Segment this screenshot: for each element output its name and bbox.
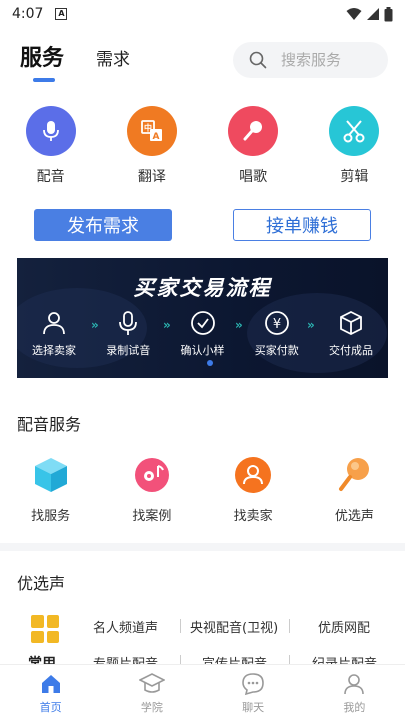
step-arrow-icon: » [91, 318, 99, 332]
cube-icon [34, 458, 67, 492]
featured-voice-item[interactable]: 优选声 [304, 455, 405, 525]
scissors-icon [329, 106, 380, 156]
banner-step-label: 录制试音 [106, 344, 151, 357]
category-label: 唱歌 [239, 169, 268, 185]
voice-tag[interactable]: 央视配音(卫视) [190, 617, 278, 636]
translate-icon: A中 [126, 106, 177, 156]
grid-icon [31, 615, 59, 643]
banner-step: 确认小样 [174, 310, 232, 358]
status-icons [346, 6, 393, 22]
category-label: 翻译 [137, 169, 166, 185]
tag-separator [289, 619, 290, 633]
check-circle-icon [190, 311, 215, 335]
banner-step: 交付成品 [322, 310, 380, 358]
banner-step-label: 交付成品 [329, 344, 373, 357]
popsicle-mic-icon [339, 458, 370, 491]
dubbing-service-row: 找服务 找案例 找卖家 优选声 [0, 455, 405, 525]
profile-icon [344, 674, 365, 695]
banner-step-label: 选择卖家 [32, 344, 76, 357]
nav-label: 聊天 [242, 701, 265, 714]
box-icon [340, 310, 362, 336]
status-bar: 4:07 A [0, 0, 405, 28]
step-arrow-icon: » [235, 318, 243, 332]
banner-step-label: 买家付款 [254, 344, 299, 357]
find-seller-item[interactable]: 找卖家 [203, 455, 304, 525]
svg-text:¥: ¥ [273, 317, 281, 332]
banner-step: ¥ 买家付款 [248, 310, 306, 358]
banner-steps: 选择卖家 录制试音 确认小样 ¥ 买家付款 交付成品 [25, 310, 380, 358]
karaoke-mic-icon [228, 106, 279, 156]
seller-icon [235, 457, 272, 493]
person-icon [43, 312, 65, 335]
tab-demand[interactable]: 需求 [96, 45, 130, 70]
find-service-item[interactable]: 找服务 [0, 455, 101, 525]
nav-home[interactable]: 首页 [0, 665, 101, 720]
dubbing-item-label: 找服务 [31, 509, 71, 524]
signal-icon [367, 8, 379, 20]
process-banner[interactable]: 买家交易流程 选择卖家 录制试音 确认小样 ¥ 买家付款 交付成品 » » » … [17, 258, 388, 378]
category-dubbing[interactable]: 配音 [0, 106, 101, 190]
category-label: 配音 [36, 169, 65, 185]
home-icon [41, 675, 60, 693]
voice-tag[interactable]: 优质网配 [318, 617, 370, 636]
banner-title: 买家交易流程 [133, 276, 272, 300]
find-case-item[interactable]: 找案例 [101, 455, 202, 525]
category-singing[interactable]: 唱歌 [203, 106, 304, 190]
yen-icon: ¥ [264, 311, 289, 335]
category-translate[interactable]: A中 翻译 [101, 106, 202, 190]
nav-label: 首页 [39, 701, 62, 714]
graduation-cap-icon [138, 673, 165, 693]
step-arrow-icon: » [307, 318, 315, 332]
banner-pager [207, 360, 213, 366]
tag-separator [180, 619, 181, 633]
search-box[interactable] [233, 42, 388, 78]
dubbing-item-label: 找卖家 [233, 509, 273, 524]
nav-profile[interactable]: 我的 [304, 665, 405, 720]
tab-active-indicator [33, 78, 55, 82]
search-input[interactable] [281, 51, 371, 69]
banner-step: 选择卖家 [25, 310, 83, 358]
take-order-button[interactable]: 接单赚钱 [233, 209, 371, 241]
step-arrow-icon: » [163, 318, 171, 332]
dubbing-section-title: 配音服务 [17, 415, 82, 434]
tab-service[interactable]: 服务 [20, 40, 64, 72]
bottom-nav: 首页 学院 聊天 我的 [0, 664, 405, 720]
nav-chat[interactable]: 聊天 [203, 665, 304, 720]
nav-academy[interactable]: 学院 [101, 665, 202, 720]
nav-label: 我的 [343, 701, 366, 714]
nav-label: 学院 [140, 701, 163, 714]
banner-step-label: 确认小样 [180, 344, 225, 357]
microphone-icon [25, 106, 76, 156]
battery-icon [384, 6, 393, 21]
banner-step: 录制试音 [99, 310, 157, 358]
music-disc-icon [134, 458, 169, 492]
voice-tag[interactable]: 名人频道声 [93, 617, 158, 636]
microphone-icon [119, 311, 138, 335]
action-buttons: 发布需求 接单赚钱 [0, 209, 405, 243]
category-row: 配音 A中 翻译 唱歌 剪辑 [0, 106, 405, 190]
section-divider [0, 543, 405, 551]
search-icon [249, 51, 267, 69]
notification-a-icon: A [55, 8, 68, 20]
category-label: 剪辑 [340, 169, 369, 185]
chat-icon [242, 673, 264, 696]
category-editing[interactable]: 剪辑 [304, 106, 405, 190]
svg-text:中: 中 [144, 123, 152, 133]
featured-voices-grid: 常用 名人频道声 央视配音(卫视) 优质网配 专题片配音 宣传片配音 纪录片配音 [0, 611, 405, 665]
publish-demand-button[interactable]: 发布需求 [34, 209, 172, 241]
pager-dot-active [207, 360, 213, 366]
dubbing-item-label: 优选声 [334, 509, 374, 524]
status-time: 4:07 [12, 6, 44, 22]
dubbing-item-label: 找案例 [132, 509, 172, 524]
svg-text:A: A [152, 132, 159, 142]
top-tab-bar: 服务 需求 [0, 36, 405, 88]
featured-section-title: 优选声 [17, 574, 66, 593]
wifi-icon [346, 8, 362, 20]
